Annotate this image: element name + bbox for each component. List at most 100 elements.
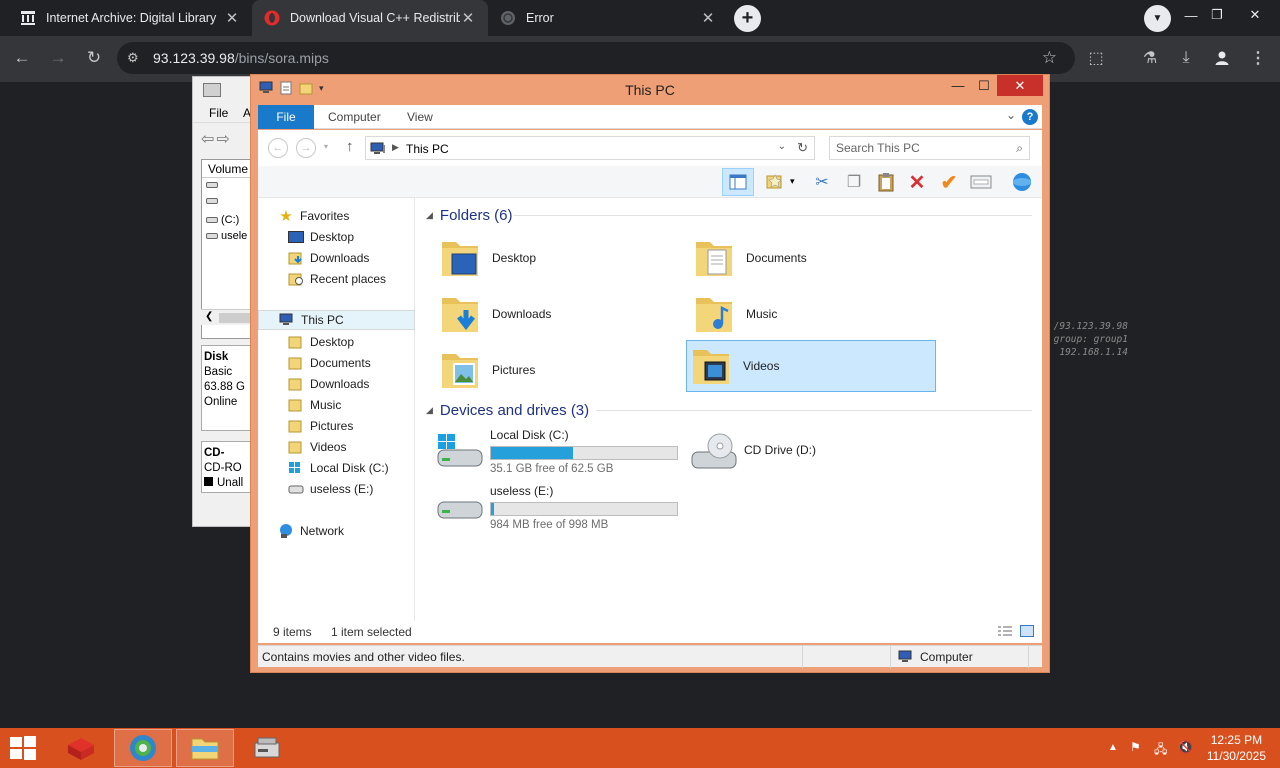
download-icon[interactable]: ⤓ [1174, 46, 1198, 70]
url-text[interactable]: 93.123.39.98/bins/sora.mips [153, 50, 329, 66]
close-tab-icon[interactable]: ✕ [700, 9, 716, 27]
nav-desktop[interactable]: Desktop [258, 227, 415, 247]
search-box[interactable]: ⌕ [829, 136, 1030, 160]
volume-muted-icon[interactable]: 🔇 [1178, 740, 1193, 754]
taskbar-app-disk-management[interactable] [238, 729, 296, 767]
folder-tile-desktop[interactable]: Desktop [436, 232, 686, 284]
disk-management-window[interactable]: File A ⇦⇨ Volume (C:) usele ❮ Disk Basic… [192, 76, 256, 527]
volume-row[interactable] [206, 182, 221, 188]
collapse-caret-icon[interactable]: ◢ [426, 405, 433, 416]
folder-options-icon[interactable] [764, 170, 788, 194]
action-center-flag-icon[interactable]: ⚑ [1130, 740, 1141, 754]
refresh-icon[interactable]: ↻ [797, 140, 808, 156]
cut-icon[interactable]: ✂ [810, 170, 834, 194]
folder-tile-documents[interactable]: Documents [690, 232, 940, 284]
forward-icon[interactable]: → [296, 138, 316, 158]
folder-tile-pictures[interactable]: Pictures [436, 344, 686, 396]
expand-ribbon-icon[interactable]: ⌄ [1006, 108, 1016, 122]
taskbar-app-red-box[interactable] [52, 729, 110, 767]
nav-pc-desktop[interactable]: Desktop [258, 332, 415, 352]
menu-file[interactable]: File [209, 106, 228, 120]
cdrom-panel[interactable]: CD- CD-RO Unall [201, 441, 255, 493]
tab-file[interactable]: File [258, 105, 314, 129]
close-tab-icon[interactable]: ✕ [460, 9, 476, 27]
large-icons-view-icon[interactable] [1020, 625, 1034, 637]
internet-globe-icon[interactable] [1010, 170, 1034, 194]
reload-icon[interactable]: ↻ [80, 44, 108, 72]
horizontal-scrollbar[interactable]: ❮ [201, 309, 255, 325]
drive-tile-useless-e[interactable]: useless (E:) 984 MB free of 998 MB [436, 482, 686, 532]
tab-search-button[interactable]: ▼ [1144, 5, 1171, 32]
folder-tile-downloads[interactable]: Downloads [436, 288, 686, 340]
address-dropdown-icon[interactable]: ⌄ [778, 141, 786, 152]
extensions-icon[interactable]: ⬚ [1084, 46, 1108, 70]
taskbar-app-browser[interactable] [114, 729, 172, 767]
tab-internet-archive[interactable]: Internet Archive: Digital Library ✕ [8, 0, 252, 36]
minimize-icon[interactable]: — [945, 75, 971, 96]
tab-view[interactable]: View [393, 105, 447, 129]
show-hidden-icons-icon[interactable]: ▲ [1108, 742, 1118, 753]
labs-flask-icon[interactable]: ⚗ [1138, 46, 1162, 70]
nav-useless-e[interactable]: useless (E:) [258, 479, 415, 499]
clock[interactable]: 12:25 PM 11/30/2025 [1207, 732, 1266, 764]
folder-tile-music[interactable]: Music [690, 288, 940, 340]
nav-pc-pictures[interactable]: Pictures [258, 416, 415, 436]
disk0-panel[interactable]: Disk Basic 63.88 G Online [201, 345, 255, 431]
column-header-volume[interactable]: Volume [202, 160, 255, 178]
rename-check-icon[interactable]: ✔ [937, 170, 961, 194]
nav-pc-documents[interactable]: Documents [258, 353, 415, 373]
breadcrumb-chevron-icon[interactable]: ▶ [392, 142, 399, 153]
nav-pc-videos[interactable]: Videos [258, 437, 415, 457]
search-input[interactable] [836, 140, 1006, 156]
volume-row[interactable]: usele [206, 230, 247, 242]
close-window-icon[interactable]: ✕ [1232, 0, 1278, 30]
bookmark-star-icon[interactable]: ☆ [1042, 48, 1057, 68]
tab-visual-cpp[interactable]: Download Visual C++ Redistrib ✕ [252, 0, 488, 36]
close-tab-icon[interactable]: ✕ [224, 9, 240, 27]
nav-favorites[interactable]: ★ Favorites [258, 206, 415, 226]
folder-tile-videos[interactable]: Videos [686, 340, 936, 392]
nav-network[interactable]: Network [258, 521, 415, 541]
maximize-icon[interactable]: ☐ [971, 75, 997, 96]
nav-local-disk-c[interactable]: Local Disk (C:) [258, 458, 415, 478]
network-tray-icon[interactable]: 🖧 [1154, 740, 1167, 761]
nav-pc-downloads[interactable]: Downloads [258, 374, 415, 394]
collapse-caret-icon[interactable]: ◢ [426, 210, 433, 221]
back-icon[interactable]: ← [268, 138, 288, 158]
title-bar[interactable]: ▾ This PC — ☐ ✕ [251, 75, 1049, 103]
folders-group-header[interactable]: ◢ Folders (6) [426, 205, 1032, 225]
help-icon[interactable]: ? [1022, 109, 1038, 125]
profile-icon[interactable] [1210, 46, 1234, 70]
explorer-window[interactable]: ▾ This PC — ☐ ✕ File Computer View ⌄ ? ←… [250, 74, 1050, 673]
nav-pc-music[interactable]: Music [258, 395, 415, 415]
preview-pane-icon[interactable] [722, 168, 754, 196]
devices-group-header[interactable]: ◢ Devices and drives (3) [426, 400, 1032, 420]
volume-row[interactable]: (C:) [206, 214, 239, 226]
start-button[interactable] [0, 729, 46, 767]
nav-downloads[interactable]: Downloads [258, 248, 415, 268]
taskbar-app-explorer[interactable] [176, 729, 234, 767]
nav-this-pc[interactable]: This PC [258, 310, 415, 330]
tab-error[interactable]: Error ✕ [488, 0, 728, 36]
up-arrow-icon[interactable]: ↑ [346, 138, 354, 155]
menu-kebab-icon[interactable]: ⋮ [1246, 46, 1270, 70]
drive-tile-cd-d[interactable]: CD Drive (D:) [690, 426, 940, 476]
copy-icon[interactable]: ❐ [842, 170, 866, 194]
back-icon[interactable]: ← [8, 44, 36, 72]
properties-icon[interactable] [969, 170, 993, 194]
address-box[interactable]: ▶ This PC ⌄ ↻ [365, 136, 815, 160]
volume-row[interactable] [206, 198, 221, 204]
tab-computer[interactable]: Computer [314, 105, 395, 129]
address-bar[interactable]: ⚙ 93.123.39.98/bins/sora.mips ☆ [117, 42, 1075, 74]
recent-locations-icon[interactable]: ▾ [324, 142, 328, 151]
paste-icon[interactable] [874, 170, 898, 194]
drive-tile-local-disk-c[interactable]: Local Disk (C:) 35.1 GB free of 62.5 GB [436, 426, 686, 476]
nav-recent-places[interactable]: Recent places [258, 269, 415, 289]
close-icon[interactable]: ✕ [997, 75, 1043, 96]
site-info-icon[interactable]: ⚙ [127, 50, 143, 66]
nav-arrows[interactable]: ⇦⇨ [201, 129, 232, 149]
forward-icon[interactable]: → [44, 44, 72, 72]
delete-icon[interactable]: ✕ [905, 170, 929, 194]
new-tab-button[interactable]: + [734, 5, 761, 32]
restore-icon[interactable]: ❐ [1200, 0, 1234, 30]
